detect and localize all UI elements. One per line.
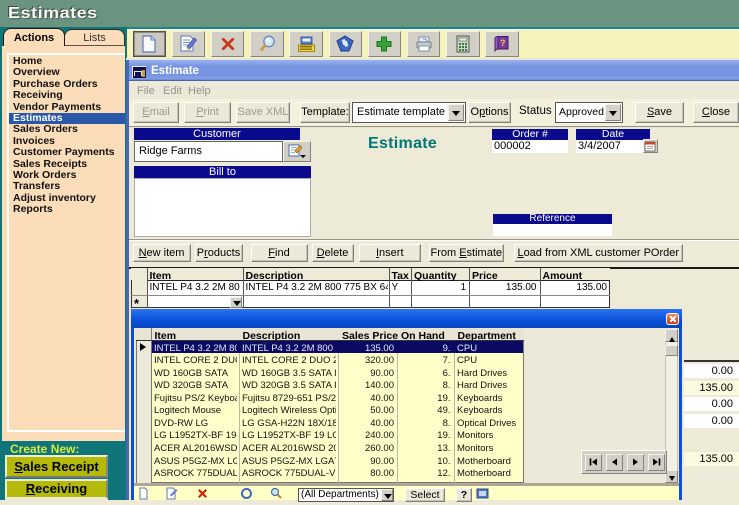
svg-text:?: ? — [500, 38, 506, 48]
